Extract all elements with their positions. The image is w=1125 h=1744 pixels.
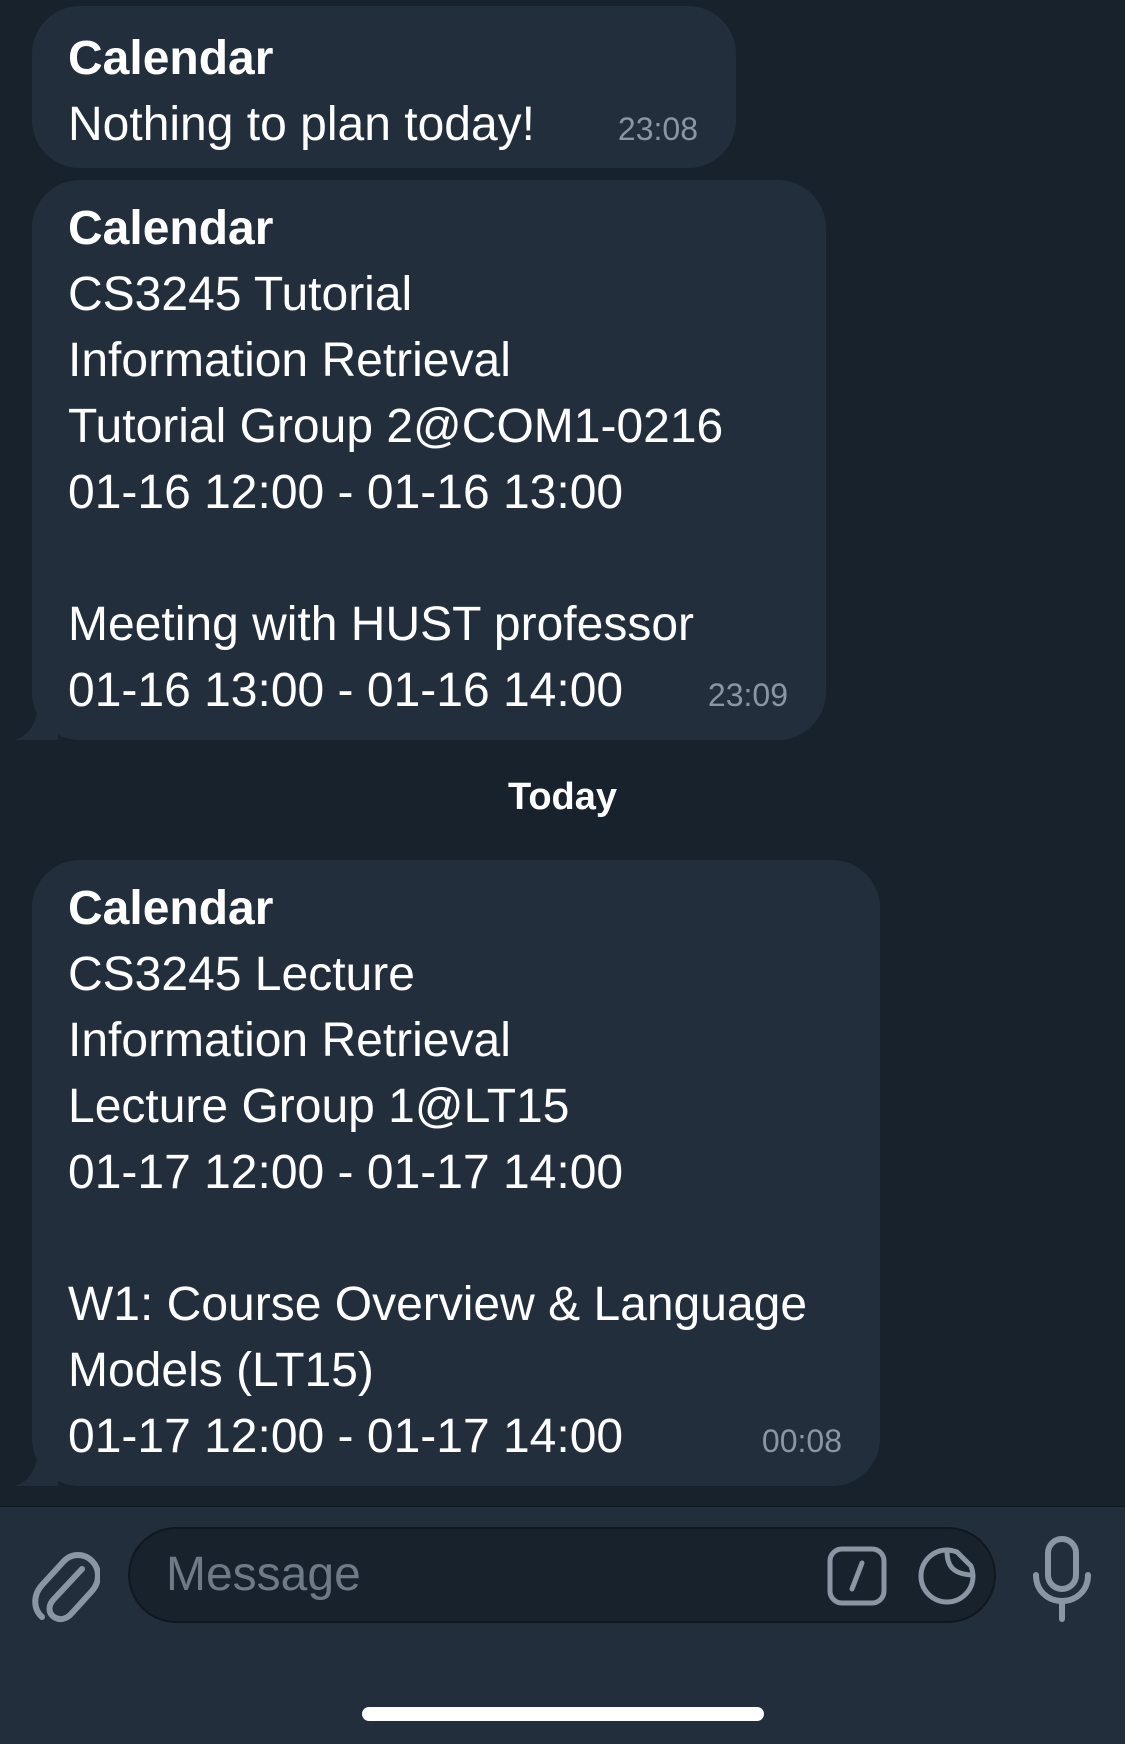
message-line: W1: Course Overview & Language	[68, 1278, 808, 1331]
message-composer: Message	[0, 1506, 1125, 1744]
message-line: Meeting with HUST professor	[68, 598, 695, 651]
microphone-icon[interactable]	[1030, 1535, 1094, 1623]
message-sender: Calendar	[68, 882, 274, 935]
chat-history[interactable]: Calendar Nothing to plan today! 23:08 Ca…	[0, 0, 1125, 1506]
message-bubble[interactable]: Calendar Nothing to plan today! 23:08	[32, 6, 736, 168]
home-indicator	[362, 1707, 764, 1721]
message-line: CS3245 Tutorial	[68, 268, 413, 321]
bubble-tail	[14, 700, 58, 740]
bot-command-icon[interactable]	[826, 1545, 888, 1607]
message-line: Lecture Group 1@LT15	[68, 1080, 570, 1133]
date-separator: Today	[507, 776, 618, 818]
paperclip-icon[interactable]	[30, 1547, 100, 1627]
message-line: 01-17 12:00 - 01-17 14:00	[68, 1410, 624, 1463]
message-line: 01-17 12:00 - 01-17 14:00	[68, 1146, 624, 1199]
message-line: 01-16 13:00 - 01-16 14:00	[68, 664, 624, 717]
message-line: Information Retrieval	[68, 334, 511, 387]
message-line: Information Retrieval	[68, 1014, 511, 1067]
bubble-tail	[14, 1446, 58, 1486]
message-sender: Calendar	[68, 32, 274, 85]
message-time: 23:09	[707, 677, 788, 713]
message-sender: Calendar	[68, 202, 274, 255]
message-line: Nothing to plan today!	[68, 98, 535, 151]
sticker-icon[interactable]	[916, 1545, 978, 1607]
message-input-placeholder: Message	[166, 1548, 361, 1601]
message-line: Tutorial Group 2@COM1-0216	[68, 400, 724, 453]
message-time: 23:08	[617, 111, 698, 147]
message-input[interactable]: Message	[128, 1527, 996, 1623]
message-bubble[interactable]: Calendar CS3245 Tutorial Information Ret…	[14, 180, 826, 740]
message-line: Models (LT15)	[68, 1344, 374, 1397]
message-line: CS3245 Lecture	[68, 948, 415, 1001]
message-time: 00:08	[761, 1423, 842, 1459]
message-bubble[interactable]: Calendar CS3245 Lecture Information Retr…	[14, 860, 880, 1486]
message-line: 01-16 12:00 - 01-16 13:00	[68, 466, 624, 519]
